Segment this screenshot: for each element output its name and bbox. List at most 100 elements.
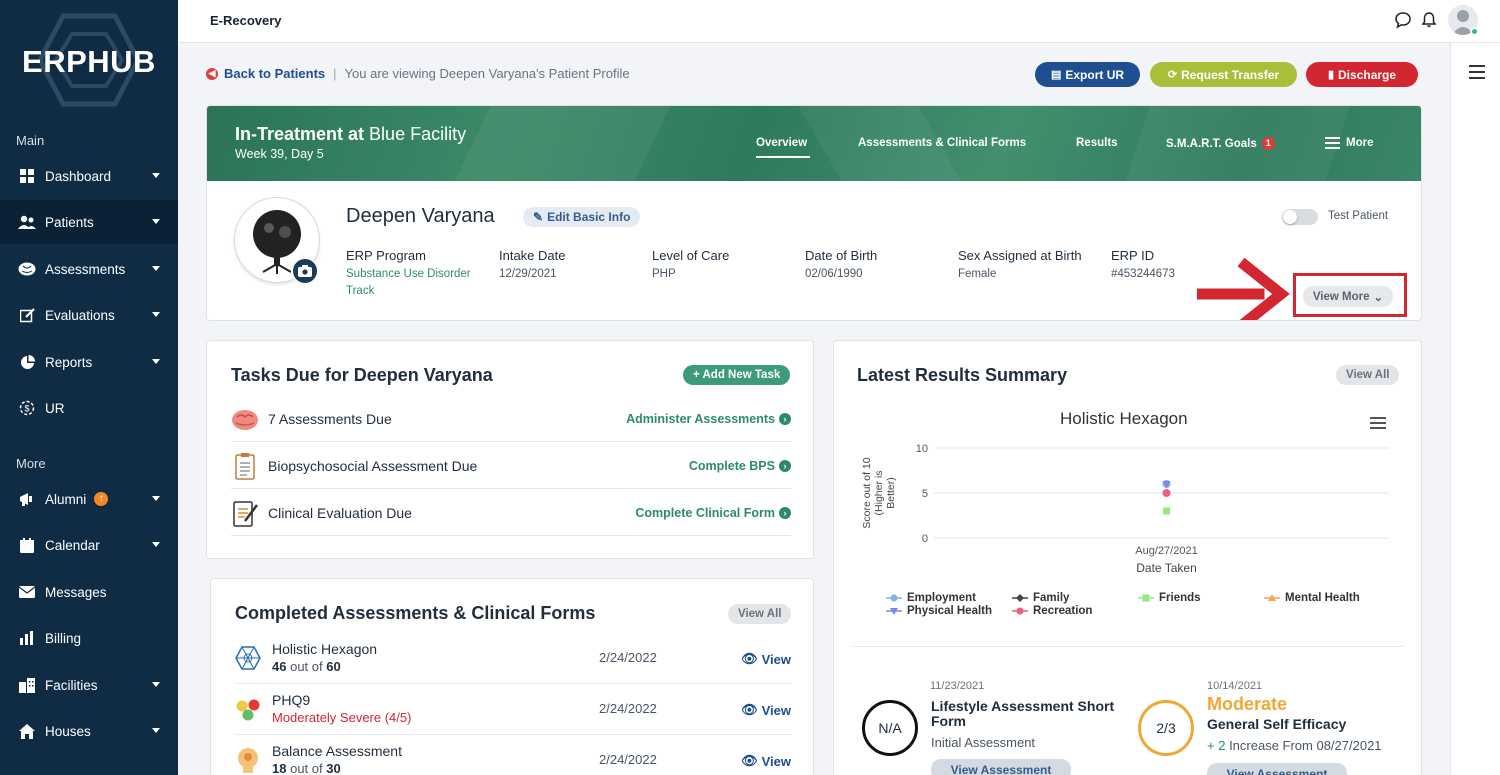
sidebar-item-ur[interactable]: $ UR	[0, 386, 178, 430]
brand-name: ERPHUB	[22, 44, 156, 79]
form-date: 2/24/2022	[599, 650, 657, 665]
x-tick-label: Aug/27/2021	[1135, 545, 1197, 557]
calendar-icon	[18, 536, 36, 554]
eye-icon: 👁	[741, 651, 758, 666]
chat-icon[interactable]	[1394, 11, 1412, 29]
score-circle: N/A	[862, 700, 918, 756]
sidebar-item-dashboard[interactable]: Dashboard	[0, 154, 178, 198]
task-label: 7 Assessments Due	[268, 411, 392, 427]
sidebar-item-houses[interactable]: Houses	[0, 709, 178, 753]
sidebar-item-evaluations[interactable]: Evaluations	[0, 293, 178, 337]
legend-item-friends[interactable]: Friends	[1138, 592, 1201, 604]
legend-item-employment[interactable]: Employment	[886, 592, 976, 604]
tab-overview[interactable]: Overview	[756, 137, 807, 149]
sidebar-item-patients[interactable]: Patients	[0, 200, 178, 244]
transfer-label: Request Transfer	[1181, 67, 1280, 82]
sidebar-item-label: Houses	[45, 723, 91, 739]
arrow-right-icon: ›	[779, 413, 791, 425]
treatment-week: Week 39, Day 5	[235, 147, 324, 161]
chart-title: Holistic Hexagon	[1060, 409, 1188, 428]
top-bar: E-Recovery	[178, 0, 1500, 43]
sidebar-item-label: Assessments	[45, 261, 126, 277]
chevron-down-icon	[152, 219, 160, 224]
legend-item-physical-health[interactable]: Physical Health	[886, 605, 992, 617]
divider	[853, 646, 1404, 647]
legend-label: Friends	[1159, 592, 1201, 604]
add-task-button[interactable]: + Add New Task	[683, 365, 791, 385]
edit-icon: ✎	[533, 210, 544, 224]
data-point-friends	[1163, 507, 1170, 515]
back-to-patients-link[interactable]: ◀ Back to Patients	[206, 66, 325, 81]
legend-item-family[interactable]: Family	[1012, 592, 1069, 604]
sidebar-item-label: Patients	[45, 214, 94, 230]
complete-clinical-form-link[interactable]: Complete Clinical Form ›	[635, 506, 791, 520]
legend-item-mental-health[interactable]: Mental Health	[1264, 592, 1360, 604]
bell-icon[interactable]	[1420, 11, 1438, 29]
field-erp-program: ERP Program Substance Use Disorder Track	[346, 248, 471, 297]
administer-assessments-link[interactable]: Administer Assessments ›	[626, 412, 791, 426]
complete-bps-link[interactable]: Complete BPS ›	[689, 459, 791, 473]
form-row: Holistic Hexagon 46 out of 60 2/24/2022 …	[235, 633, 791, 684]
sidebar-item-calendar[interactable]: Calendar	[0, 523, 178, 567]
patient-name: Deepen Varyana	[346, 205, 495, 227]
sidebar-item-label: Facilities	[45, 677, 98, 693]
sidebar-item-assessments[interactable]: Assessments	[0, 247, 178, 291]
view-assessment-button[interactable]: View Assessment	[1207, 763, 1347, 775]
discharge-button[interactable]: ▮ Discharge	[1306, 62, 1418, 87]
breadcrumb-separator: |	[333, 66, 337, 81]
chevron-down-icon: ⌄	[1373, 291, 1384, 304]
request-transfer-button[interactable]: ⟳ Request Transfer	[1150, 62, 1297, 87]
sidebar-item-messages[interactable]: Messages	[0, 570, 178, 614]
tasks-card: Tasks Due for Deepen Varyana + Add New T…	[206, 340, 814, 559]
view-more-button[interactable]: View More ⌄	[1303, 286, 1393, 307]
view-form-link[interactable]: 👁 View	[741, 702, 791, 718]
sidebar-item-label: Evaluations	[45, 307, 115, 323]
y-tick-label: 5	[922, 488, 928, 500]
pie-chart-icon	[18, 353, 36, 371]
arrow-right-icon: ›	[779, 460, 791, 472]
sidebar-item-label: UR	[45, 400, 65, 416]
legend-item-recreation[interactable]: Recreation	[1012, 605, 1092, 617]
completed-view-all-button[interactable]: View All	[728, 604, 792, 624]
summary-date: 10/14/2021	[1207, 680, 1263, 692]
sidebar-item-label: Calendar	[45, 537, 100, 553]
view-form-link[interactable]: 👁 View	[741, 753, 791, 769]
sidebar-item-label: Dashboard	[45, 168, 112, 184]
sidebar-item-label: Billing	[45, 630, 82, 646]
sidebar-item-alumni[interactable]: Alumni ↑	[0, 477, 178, 521]
view-form-link[interactable]: 👁 View	[741, 651, 791, 667]
menu-icon[interactable]	[1469, 65, 1485, 83]
sidebar-item-billing[interactable]: Billing	[0, 616, 178, 660]
tab-smart-goals[interactable]: S.M.A.R.T. Goals 1	[1166, 137, 1275, 150]
svg-text:$: $	[24, 404, 29, 414]
completed-title: Completed Assessments & Clinical Forms	[235, 603, 596, 623]
export-ur-button[interactable]: ▤ Export UR	[1035, 62, 1140, 87]
edit-icon	[18, 306, 36, 324]
envelope-icon	[18, 583, 36, 601]
test-patient-toggle[interactable]	[1282, 209, 1318, 225]
legend-marker	[886, 608, 902, 615]
active-tab-indicator	[756, 156, 810, 158]
online-status-dot	[1470, 27, 1479, 36]
form-score: 18 out of 30	[272, 761, 341, 775]
chart-menu-icon[interactable]	[1370, 417, 1386, 432]
form-name: Balance Assessment	[272, 743, 402, 759]
logo[interactable]: ERPHUB	[0, 0, 178, 120]
tab-more[interactable]: More	[1325, 137, 1373, 149]
score-circle: 2/3	[1138, 700, 1194, 756]
y-axis-label: Score out of 10(Higher isBetter)	[861, 457, 897, 528]
tab-assessments[interactable]: Assessments & Clinical Forms	[858, 137, 1026, 149]
results-view-all-button[interactable]: View All	[1336, 365, 1400, 385]
bar-chart-icon	[18, 629, 36, 647]
view-assessment-button[interactable]: View Assessment	[931, 759, 1071, 775]
tab-results[interactable]: Results	[1076, 137, 1118, 149]
camera-icon[interactable]	[291, 257, 319, 285]
legend-marker	[1012, 607, 1028, 615]
chevron-down-icon	[152, 496, 160, 501]
sidebar-item-facilities[interactable]: Facilities	[0, 663, 178, 707]
patient-header-card: In-Treatment at Blue Facility Week 39, D…	[206, 105, 1422, 321]
sidebar-section-more: More	[16, 456, 46, 471]
edit-basic-info-button[interactable]: ✎ Edit Basic Info	[523, 207, 641, 227]
ur-icon: $	[18, 399, 36, 417]
sidebar-item-reports[interactable]: Reports	[0, 340, 178, 384]
